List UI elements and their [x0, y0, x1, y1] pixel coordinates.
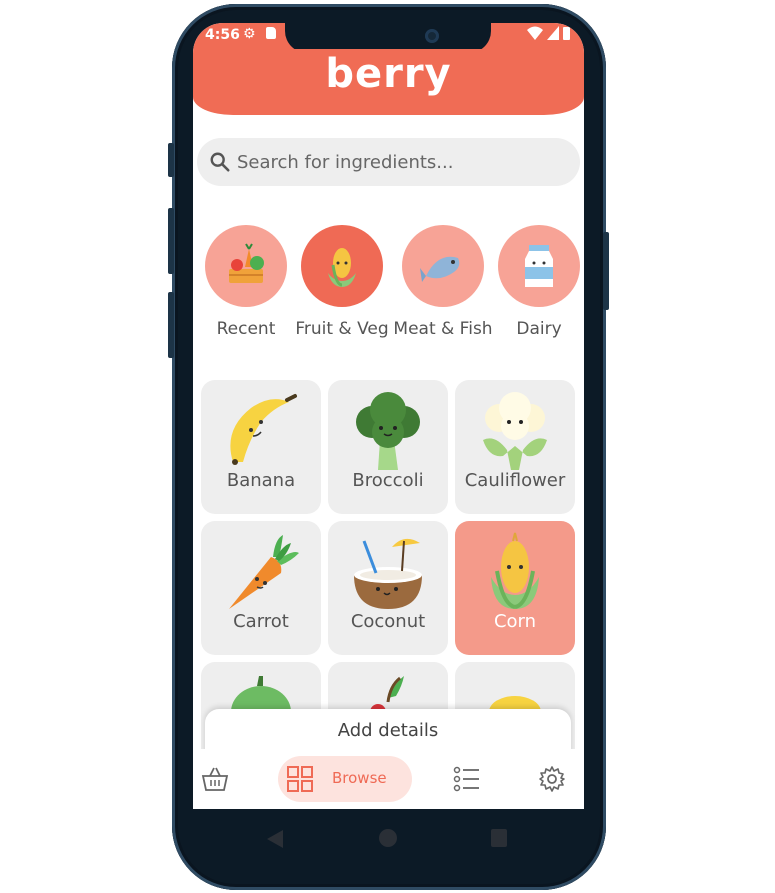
broccoli-icon — [356, 392, 420, 470]
gear-icon — [539, 766, 565, 792]
nav-list[interactable] — [453, 761, 481, 797]
search-icon — [210, 152, 230, 172]
category-circle — [205, 225, 287, 307]
search-bar[interactable] — [197, 138, 580, 186]
category-label: Meat & Fish — [393, 319, 493, 339]
sd-card-icon — [266, 27, 277, 39]
ingredient-label: Broccoli — [352, 470, 424, 491]
milk-carton-icon — [525, 245, 553, 287]
app-header: berry — [193, 49, 584, 115]
search-input[interactable] — [237, 144, 567, 180]
home-icon[interactable] — [379, 829, 397, 847]
ingredient-tile-broccoli[interactable]: Broccoli — [328, 380, 448, 514]
coconut-icon — [354, 538, 422, 609]
recents-icon[interactable] — [491, 829, 507, 847]
category-circle — [301, 225, 383, 307]
front-camera-icon — [425, 29, 439, 43]
app-title: berry — [325, 51, 452, 97]
app-screen: 4:56 ⚙ berry Search for ingredients... R… — [193, 23, 584, 809]
status-left-icons: ⚙ — [243, 26, 277, 42]
phone-side-button — [168, 143, 174, 177]
category-meat-fish[interactable]: Meat & Fish — [393, 223, 493, 339]
wifi-icon — [526, 26, 543, 40]
carrot-icon — [229, 535, 299, 609]
category-circle — [498, 225, 580, 307]
banana-icon — [230, 394, 297, 465]
status-time: 4:56 — [205, 27, 240, 43]
category-label: Recent — [216, 319, 276, 339]
nav-browse[interactable]: Browse — [278, 756, 412, 802]
fish-icon — [420, 256, 460, 282]
nav-settings[interactable] — [538, 761, 566, 797]
corn-icon — [491, 532, 539, 609]
signal-icon — [546, 26, 559, 40]
phone-power-button — [603, 232, 609, 310]
system-navigation — [193, 809, 584, 869]
ingredient-tile-coconut[interactable]: Coconut — [328, 521, 448, 655]
add-details-label: Add details — [337, 720, 439, 741]
ingredient-label: Coconut — [350, 611, 426, 632]
ingredient-tile-corn[interactable]: Corn — [455, 521, 575, 655]
ingredient-tile-banana[interactable]: Banana — [201, 380, 321, 514]
category-dairy[interactable]: Dairy — [489, 223, 584, 339]
phone-volume-up — [168, 208, 174, 274]
corn-icon — [328, 248, 356, 287]
ingredient-label: Cauliflower — [464, 470, 566, 491]
cauliflower-icon — [483, 392, 547, 470]
category-list: Recent Fruit & Veg Meat & Fish Dairy — [193, 223, 584, 353]
ingredient-tile-cauliflower[interactable]: Cauliflower — [455, 380, 575, 514]
category-label: Dairy — [516, 319, 562, 339]
ingredient-label: Carrot — [233, 611, 289, 632]
category-circle — [402, 225, 484, 307]
battery-icon — [563, 27, 570, 40]
list-icon — [453, 766, 479, 792]
grid-icon — [287, 766, 313, 792]
back-icon[interactable] — [265, 828, 285, 850]
bottom-nav: Browse — [193, 749, 584, 809]
nav-basket[interactable] — [201, 761, 229, 797]
category-label: Fruit & Veg — [295, 319, 389, 339]
vegetable-crate-icon — [229, 243, 264, 283]
basket-icon — [201, 767, 229, 791]
ingredient-tile-carrot[interactable]: Carrot — [201, 521, 321, 655]
phone-volume-down — [168, 292, 174, 358]
category-fruit-veg[interactable]: Fruit & Veg — [292, 223, 392, 339]
category-recent[interactable]: Recent — [196, 223, 296, 339]
status-right-icons — [526, 26, 570, 42]
nav-browse-label: Browse — [332, 769, 387, 787]
gear-icon: ⚙ — [243, 26, 256, 42]
ingredient-label: Corn — [493, 611, 537, 632]
ingredient-label: Banana — [226, 470, 296, 491]
